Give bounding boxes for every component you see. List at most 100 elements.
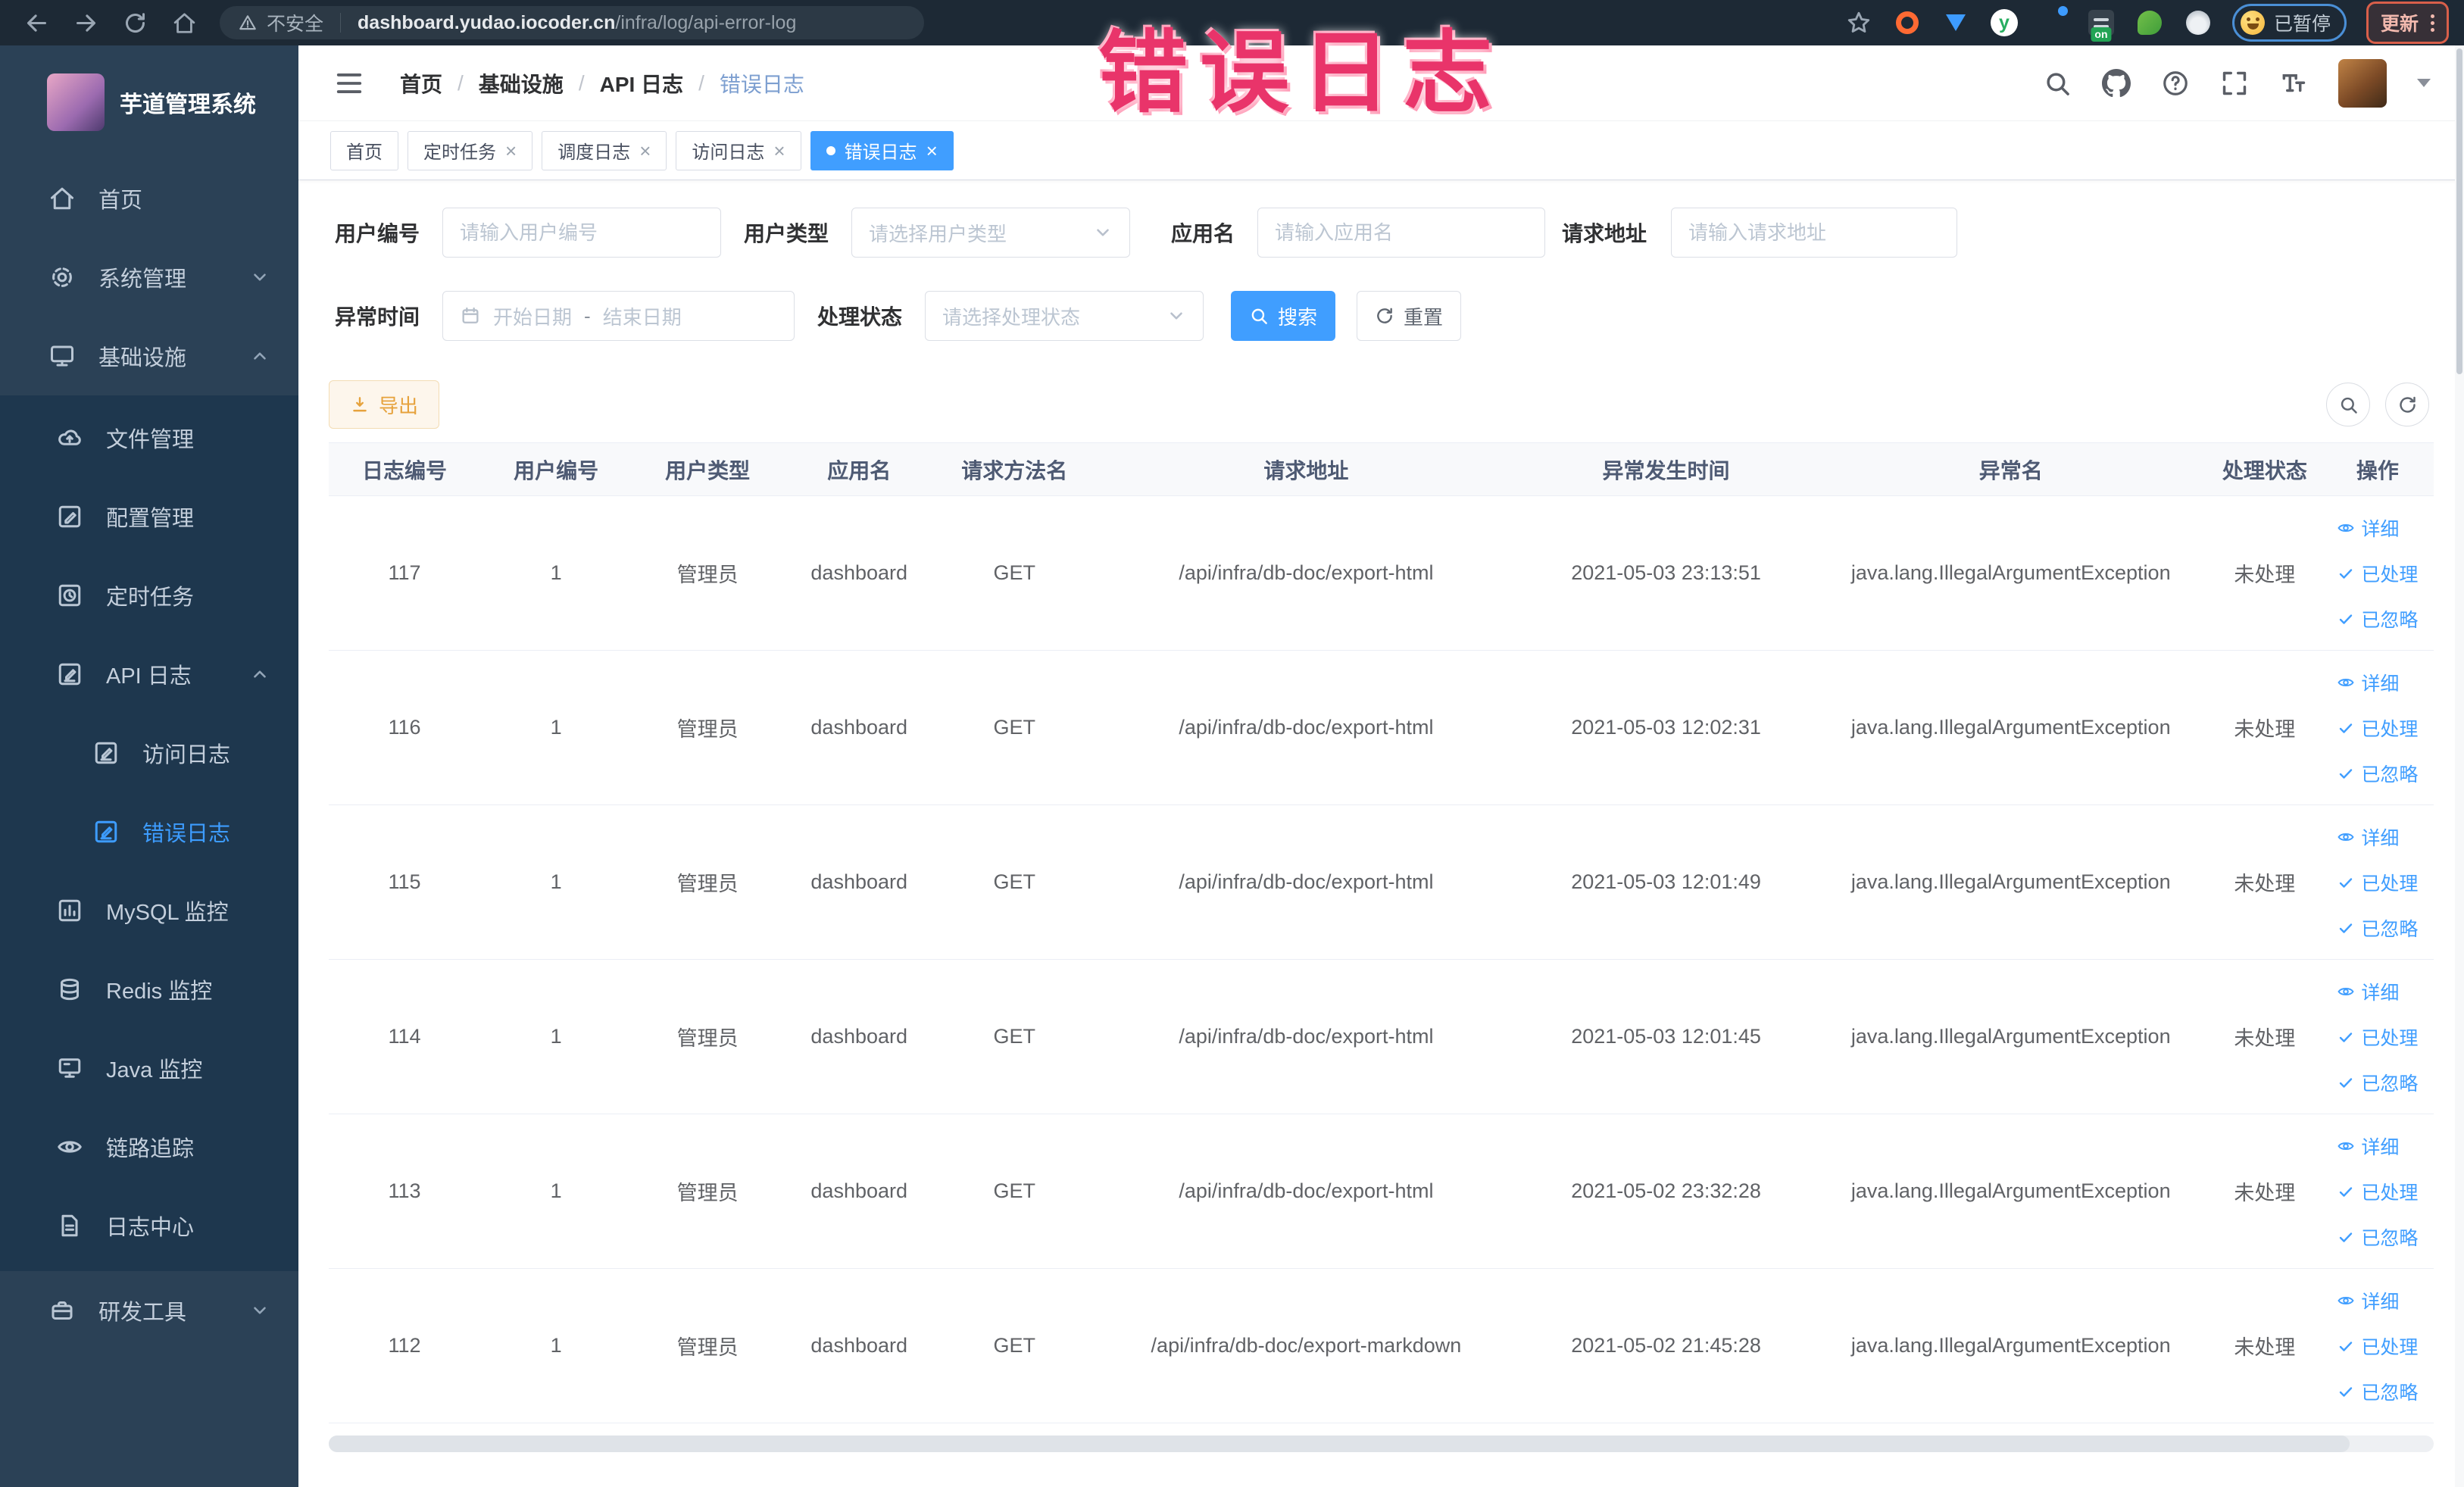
tab-schedule-logs[interactable]: 调度日志 × bbox=[542, 130, 667, 170]
detail-link[interactable]: 详细 bbox=[2337, 978, 2399, 1005]
scrollbar-thumb[interactable] bbox=[329, 1435, 2350, 1452]
processed-link[interactable]: 已处理 bbox=[2337, 1023, 2418, 1051]
close-icon[interactable]: × bbox=[505, 141, 517, 161]
extension-leaf-icon[interactable] bbox=[2135, 8, 2164, 37]
processed-link[interactable]: 已处理 bbox=[2337, 560, 2418, 587]
extension-grid-icon[interactable] bbox=[2038, 6, 2068, 37]
refresh-table-button[interactable] bbox=[2385, 383, 2429, 426]
ignored-link[interactable]: 已忽略 bbox=[2337, 1069, 2418, 1096]
screen-icon bbox=[56, 1054, 83, 1082]
close-icon[interactable]: × bbox=[639, 141, 651, 161]
exception-time-label: 异常时间 bbox=[334, 305, 420, 329]
extension-onoff-icon[interactable]: on bbox=[2087, 8, 2116, 42]
check-icon bbox=[2337, 764, 2355, 783]
paused-extension-badge[interactable]: 已暂停 bbox=[2231, 4, 2347, 42]
ignored-link[interactable]: 已忽略 bbox=[2337, 914, 2418, 942]
close-icon[interactable]: × bbox=[773, 141, 785, 161]
user-id-label: 用户编号 bbox=[334, 222, 420, 245]
filter-row-2: 异常时间 开始日期 - 结束日期 处理状态 请选择处理状态 搜索 重置 bbox=[329, 291, 2434, 341]
breadcrumb-infrastructure[interactable]: 基础设施 bbox=[479, 68, 564, 98]
search-button[interactable]: 搜索 bbox=[1231, 291, 1335, 341]
detail-link[interactable]: 详细 bbox=[2337, 1132, 2399, 1160]
ignored-link[interactable]: 已忽略 bbox=[2337, 605, 2418, 633]
sidebar-item-config-management[interactable]: 配置管理 bbox=[0, 477, 298, 556]
browser-reload-icon[interactable] bbox=[123, 11, 148, 36]
reset-button[interactable]: 重置 bbox=[1357, 291, 1461, 341]
breadcrumb-api-logs[interactable]: API 日志 bbox=[600, 68, 683, 98]
request-url-input[interactable] bbox=[1671, 208, 1957, 258]
user-id-input[interactable] bbox=[442, 208, 721, 258]
hamburger-menu-icon[interactable] bbox=[332, 69, 367, 98]
browser-update-button[interactable]: 更新 bbox=[2366, 2, 2449, 44]
check-icon bbox=[2337, 1228, 2355, 1246]
detail-link[interactable]: 详细 bbox=[2337, 669, 2399, 696]
toolbox-icon bbox=[48, 1297, 76, 1324]
sidebar-item-redis-monitor[interactable]: Redis 监控 bbox=[0, 950, 298, 1029]
sidebar-item-mysql-monitor[interactable]: MySQL 监控 bbox=[0, 871, 298, 950]
fullscreen-icon[interactable] bbox=[2220, 69, 2249, 98]
extension-orange-icon[interactable] bbox=[1893, 8, 1922, 37]
toggle-search-button[interactable] bbox=[2326, 383, 2370, 426]
sidebar-item-log-center[interactable]: 日志中心 bbox=[0, 1186, 298, 1265]
browser-home-icon[interactable] bbox=[172, 11, 197, 36]
breadcrumb-home[interactable]: 首页 bbox=[400, 68, 442, 98]
exception-time-range-picker[interactable]: 开始日期 - 结束日期 bbox=[442, 291, 795, 341]
extension-shield-icon[interactable] bbox=[1941, 8, 1970, 37]
bookmark-star-icon[interactable] bbox=[1844, 8, 1873, 37]
extension-y-icon[interactable]: y bbox=[1990, 8, 2019, 37]
ignored-link[interactable]: 已忽略 bbox=[2337, 760, 2418, 787]
user-type-select[interactable]: 请选择用户类型 bbox=[851, 208, 1130, 258]
sidebar-item-error-logs[interactable]: 错误日志 bbox=[0, 792, 298, 871]
close-icon[interactable]: × bbox=[926, 141, 938, 161]
horizontal-scrollbar[interactable] bbox=[329, 1435, 2434, 1452]
app-name-input[interactable] bbox=[1257, 208, 1545, 258]
breadcrumb-error-logs: 错误日志 bbox=[719, 72, 804, 96]
browser-back-icon[interactable] bbox=[24, 11, 49, 36]
table-row: 113 1 管理员 dashboard GET/api/infra/db-doc/exp… bbox=[329, 1114, 2434, 1269]
scrollbar-thumb[interactable] bbox=[2456, 48, 2462, 374]
sidebar-item-home[interactable]: 首页 bbox=[0, 159, 298, 238]
font-size-icon[interactable] bbox=[2279, 69, 2308, 98]
github-icon[interactable] bbox=[2102, 69, 2131, 98]
kebab-menu-icon[interactable] bbox=[2431, 14, 2434, 32]
export-button[interactable]: 导出 bbox=[329, 380, 439, 429]
avatar[interactable] bbox=[2338, 58, 2387, 108]
detail-link[interactable]: 详细 bbox=[2337, 823, 2399, 851]
processed-link[interactable]: 已处理 bbox=[2337, 714, 2418, 742]
sidebar-item-file-management[interactable]: 文件管理 bbox=[0, 398, 298, 477]
help-icon[interactable] bbox=[2161, 69, 2190, 98]
search-icon[interactable] bbox=[2043, 69, 2072, 98]
col-exception: 异常名 bbox=[1813, 442, 2208, 496]
sidebar-item-system-management[interactable]: 系统管理 bbox=[0, 238, 298, 317]
app-logo-row[interactable]: 芋道管理系统 bbox=[0, 45, 298, 159]
sidebar-item-tracing[interactable]: 链路追踪 bbox=[0, 1107, 298, 1186]
avatar-caret-icon[interactable] bbox=[2417, 79, 2431, 87]
detail-link[interactable]: 详细 bbox=[2337, 514, 2399, 542]
processed-link[interactable]: 已处理 bbox=[2337, 1332, 2418, 1360]
status-badge: 未处理 bbox=[2207, 495, 2322, 651]
detail-link[interactable]: 详细 bbox=[2337, 1287, 2399, 1314]
sidebar-item-java-monitor[interactable]: Java 监控 bbox=[0, 1029, 298, 1107]
tab-home[interactable]: 首页 bbox=[330, 130, 398, 170]
processed-link[interactable]: 已处理 bbox=[2337, 869, 2418, 896]
sidebar-item-infrastructure[interactable]: 基础设施 bbox=[0, 317, 298, 395]
process-status-select[interactable]: 请选择处理状态 bbox=[925, 291, 1204, 341]
table-row: 112 1 管理员 dashboard GET/api/infra/db-doc/exp… bbox=[329, 1268, 2434, 1423]
sidebar-item-dev-tools[interactable]: 研发工具 bbox=[0, 1271, 298, 1350]
emoji-icon bbox=[2240, 11, 2265, 35]
sidebar-item-scheduled-tasks[interactable]: 定时任务 bbox=[0, 556, 298, 635]
status-badge: 未处理 bbox=[2207, 1114, 2322, 1269]
table-header-row: 日志编号 用户编号 用户类型 应用名 请求方法名 请求地址 异常发生时间 异常名… bbox=[329, 442, 2434, 496]
sidebar-item-api-logs[interactable]: API 日志 bbox=[0, 635, 298, 714]
tab-access-logs[interactable]: 访问日志 × bbox=[676, 130, 801, 170]
browser-forward-icon[interactable] bbox=[73, 11, 98, 36]
sidebar-item-access-logs[interactable]: 访问日志 bbox=[0, 714, 298, 792]
tab-error-logs[interactable]: 错误日志 × bbox=[810, 130, 954, 170]
tab-scheduled-tasks[interactable]: 定时任务 × bbox=[408, 130, 533, 170]
vertical-scrollbar[interactable] bbox=[2455, 45, 2464, 1487]
processed-link[interactable]: 已处理 bbox=[2337, 1178, 2418, 1205]
ignored-link[interactable]: 已忽略 bbox=[2337, 1378, 2418, 1405]
address-bar[interactable]: 不安全 dashboard.yudao.iocoder.cn/infra/log… bbox=[220, 6, 924, 39]
extension-paw-icon[interactable] bbox=[2184, 8, 2213, 37]
ignored-link[interactable]: 已忽略 bbox=[2337, 1223, 2418, 1251]
